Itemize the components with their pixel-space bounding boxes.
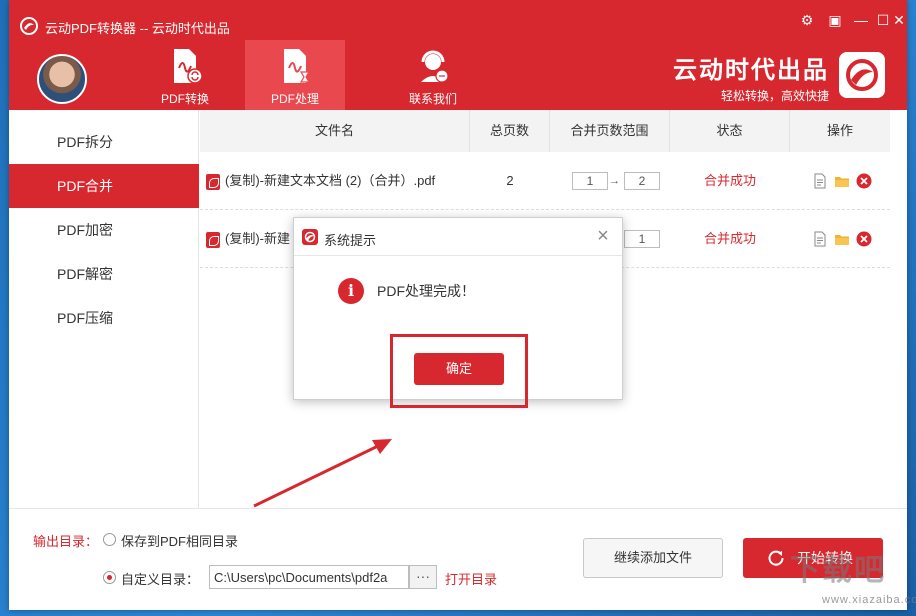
tab-pdf-convert[interactable]: PDF转换 — [135, 40, 235, 110]
tab-contact[interactable]: 联系我们 — [383, 40, 483, 110]
page-count: 2 — [506, 173, 514, 188]
column-pages: 总页数 — [470, 110, 550, 152]
add-files-button[interactable]: 继续添加文件 — [583, 538, 723, 578]
column-status: 状态 — [670, 110, 790, 152]
status-text: 合并成功 — [703, 173, 756, 188]
minimize-icon[interactable]: — — [851, 10, 871, 30]
delete-icon[interactable] — [856, 173, 872, 189]
watermark: 下载吧 — [790, 554, 886, 587]
pdf-file-icon — [206, 232, 220, 248]
app-logo-icon — [302, 229, 318, 245]
dialog-message: PDF处理完成！ — [377, 283, 475, 299]
brand-name: 云动时代出品 — [673, 57, 829, 84]
sidebar-item-split[interactable]: PDF拆分 — [9, 120, 199, 164]
folder-icon[interactable] — [834, 173, 850, 189]
output-path-input[interactable] — [209, 565, 409, 589]
column-actions: 操作 — [826, 123, 853, 138]
table-header: 文件名 总页数 合并页数范围 状态 操作 — [200, 110, 890, 152]
dialog-close-icon[interactable]: × — [592, 225, 614, 247]
brand-slogan: 轻松转换，高效快捷 — [720, 89, 829, 103]
sidebar-item-decrypt[interactable]: PDF解密 — [9, 252, 199, 296]
file-name: (复制)-新建文本文档 (2)（合并）.pdf — [225, 173, 436, 188]
delete-icon[interactable] — [856, 231, 872, 247]
info-icon: i — [338, 278, 364, 304]
tab-pdf-process[interactable]: PDF处理 — [245, 40, 345, 110]
folder-icon[interactable] — [834, 231, 850, 247]
dialog-header: 系统提示 × — [294, 218, 622, 256]
refresh-icon — [768, 550, 784, 566]
radio-custom-dir-label[interactable]: 自定义目录： — [121, 569, 199, 588]
column-filename: 文件名 — [200, 110, 470, 152]
range-from-input[interactable]: 1 — [572, 172, 608, 190]
header: 云动PDF转换器 -- 云动时代出品 ⚙ ▣ — ☐ ✕ PDF转换 PDF处理 — [9, 0, 907, 110]
pdf-file-icon — [206, 174, 220, 190]
radio-custom-dir[interactable] — [103, 571, 116, 584]
output-dir-label: 输出目录： — [33, 534, 99, 549]
range-to-input[interactable]: 1 — [624, 230, 660, 248]
brand-logo-icon — [839, 52, 885, 98]
tab-label: PDF处理 — [270, 92, 319, 106]
avatar[interactable] — [37, 54, 87, 104]
skin-icon[interactable]: ▣ — [825, 10, 845, 30]
document-icon[interactable] — [812, 231, 828, 247]
sidebar: PDF拆分 PDF合并 PDF加密 PDF解密 PDF压缩 — [9, 110, 199, 508]
window-title: 云动PDF转换器 -- 云动时代出品 — [45, 21, 230, 36]
watermark-url: www.xiazaiba.com — [822, 594, 916, 606]
close-icon[interactable]: ✕ — [889, 10, 907, 30]
open-dir-link[interactable]: 打开目录 — [445, 569, 497, 588]
tab-label: 联系我们 — [408, 92, 457, 106]
radio-same-dir-label[interactable]: 保存到PDF相同目录 — [121, 531, 238, 550]
brand: 云动时代出品 轻松转换，高效快捷 — [673, 50, 829, 104]
browse-button[interactable]: ··· — [409, 565, 437, 589]
document-icon[interactable] — [812, 173, 828, 189]
sidebar-item-compress[interactable]: PDF压缩 — [9, 296, 199, 340]
headset-icon — [421, 50, 449, 83]
dialog-title: 系统提示 — [324, 233, 377, 248]
column-range: 合并页数范围 — [550, 110, 670, 152]
bottom-bar: 输出目录： 保存到PDF相同目录 自定义目录： ··· 打开目录 继续添加文件 … — [9, 508, 907, 610]
pdf-convert-icon — [174, 49, 203, 84]
table-row[interactable]: (复制)-新建文本文档 (2)（合并）.pdf 2 1 → 2 合并成功 — [200, 152, 890, 210]
title-bar: 云动PDF转换器 -- 云动时代出品 ⚙ ▣ — ☐ ✕ — [9, 0, 907, 40]
sidebar-item-encrypt[interactable]: PDF加密 — [9, 208, 199, 252]
range-to-input[interactable]: 2 — [624, 172, 660, 190]
sidebar-item-merge[interactable]: PDF合并 — [9, 164, 199, 208]
status-text: 合并成功 — [703, 231, 756, 246]
app-logo-icon — [20, 17, 38, 35]
highlight-box — [390, 334, 528, 408]
range-arrow-icon: → — [609, 175, 620, 187]
radio-same-dir[interactable] — [103, 533, 116, 546]
tab-label: PDF转换 — [160, 92, 209, 106]
pdf-process-icon — [284, 49, 311, 83]
settings-icon[interactable]: ⚙ — [797, 10, 817, 30]
